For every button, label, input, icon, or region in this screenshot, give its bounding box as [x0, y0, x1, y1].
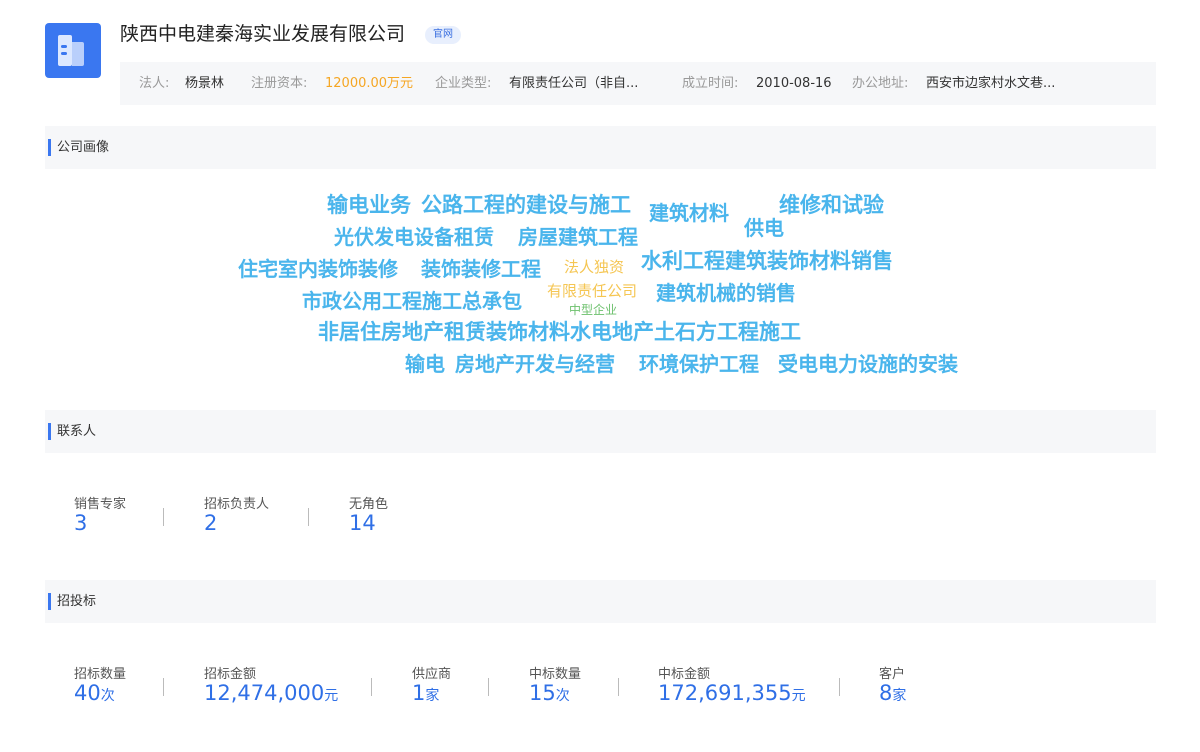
company-name: 陕西中电建秦海实业发展有限公司 — [120, 23, 406, 45]
founded-value: 2010-08-16 — [756, 76, 832, 91]
stat-divider — [839, 678, 840, 696]
address-value: 西安市边家村水文巷... — [926, 76, 1056, 91]
stat-value: 14 — [349, 511, 376, 535]
stat-label: 无角色 — [349, 497, 389, 512]
stat-divider — [371, 678, 372, 696]
cloud-word: 维修和试验 — [779, 193, 884, 217]
cloud-word: 建筑材料 — [649, 201, 729, 225]
bidding-section-title: 招投标 — [57, 594, 97, 609]
bidding-section-header: 招投标 — [45, 580, 1156, 623]
stat-label: 招标数量 — [74, 667, 127, 682]
stat-label: 招标金额 — [204, 667, 257, 682]
cloud-word: 住宅室内装饰装修 — [238, 257, 398, 281]
stat-label: 招标负责人 — [204, 497, 270, 512]
portrait-section-header: 公司画像 — [45, 126, 1156, 169]
stat-divider — [308, 508, 309, 526]
stat-value: 172,691,355元 — [658, 681, 806, 705]
cloud-word: 环境保护工程 — [639, 352, 759, 376]
stat-value: 8家 — [879, 681, 907, 705]
cloud-word: 装饰装修工程 — [421, 257, 541, 281]
stat-label: 销售专家 — [74, 497, 127, 512]
legal-person-value[interactable]: 杨景林 — [185, 62, 224, 105]
founded-label: 成立时间: — [682, 76, 739, 91]
stat-value: 12,474,000元 — [204, 681, 339, 705]
cloud-word: 光伏发电设备租赁 — [334, 225, 494, 249]
cloud-word: 公路工程的建设与施工 — [421, 193, 631, 217]
official-site-tag[interactable]: 官网 — [425, 26, 461, 44]
cloud-word: 供电 — [744, 216, 784, 240]
cloud-word: 有限责任公司 — [547, 282, 638, 300]
cloud-word: 输电业务 — [327, 193, 411, 217]
address-label: 办公地址: — [852, 76, 909, 91]
cloud-word: 非居住房地产租赁装饰材料水电地产土石方工程施工 — [318, 320, 801, 344]
stat-label: 客户 — [879, 667, 906, 682]
cloud-word: 输电 — [405, 352, 445, 376]
type-label: 企业类型: — [435, 76, 492, 91]
cloud-word: 房地产开发与经营 — [455, 352, 615, 376]
type-value: 有限责任公司（非自... — [509, 76, 639, 91]
cloud-word: 市政公用工程施工总承包 — [302, 289, 522, 313]
capital-value: 12000.00万元 — [325, 76, 414, 91]
cloud-word: 中型企业 — [569, 303, 618, 317]
stat-value: 2 — [204, 511, 218, 535]
cloud-word: 法人独资 — [564, 258, 625, 276]
portrait-section-title: 公司画像 — [57, 140, 110, 155]
stat-divider — [163, 678, 164, 696]
stat-value: 3 — [74, 511, 88, 535]
stat-divider — [488, 678, 489, 696]
legal-person-label: 法人: — [139, 76, 170, 91]
cloud-word: 建筑机械的销售 — [656, 281, 796, 305]
cloud-word: 受电电力设施的安装 — [778, 352, 958, 376]
stat-label: 供应商 — [412, 667, 452, 682]
stat-divider — [618, 678, 619, 696]
capital-label: 注册资本: — [251, 76, 308, 91]
stat-value: 15次 — [529, 681, 570, 705]
contacts-section-title: 联系人 — [57, 424, 97, 439]
contacts-section-header: 联系人 — [45, 410, 1156, 453]
company-logo-icon — [45, 23, 101, 78]
company-info-bar: 法人: 杨景林 注册资本: 12000.00万元 企业类型: 有限责任公司（非自… — [120, 62, 1156, 105]
cloud-word: 房屋建筑工程 — [518, 225, 638, 249]
stat-label: 中标数量 — [529, 667, 582, 682]
stat-value: 40次 — [74, 681, 115, 705]
stat-divider — [163, 508, 164, 526]
stat-label: 中标金额 — [658, 667, 711, 682]
cloud-word: 水利工程建筑装饰材料销售 — [641, 249, 893, 273]
stat-value: 1家 — [412, 681, 440, 705]
